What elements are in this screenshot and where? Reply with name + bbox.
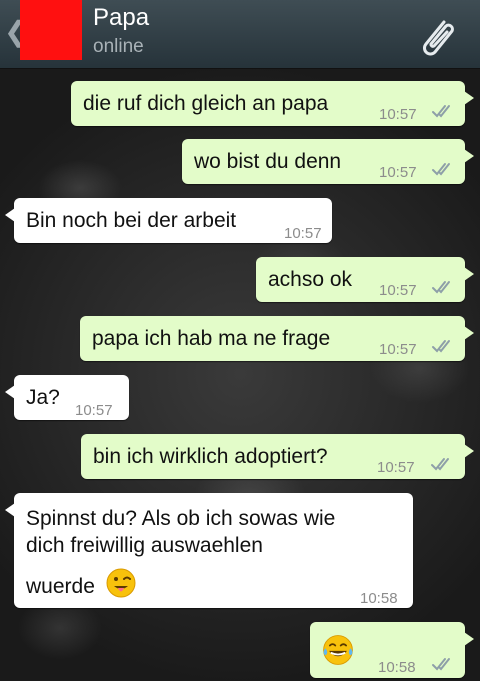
outgoing-message[interactable]: papa ich hab ma ne frage 10:57 [80, 316, 474, 361]
incoming-message[interactable]: Bin noch bei der arbeit 10:57 [5, 198, 332, 243]
outgoing-message[interactable]: wo bist du denn 10:57 [182, 139, 474, 184]
read-ticks-icon [432, 281, 450, 294]
message-time: 10:57 [75, 402, 113, 419]
message-time: 10:57 [379, 341, 417, 358]
read-ticks-icon [432, 105, 450, 118]
message-time: 10:57 [379, 282, 417, 299]
read-ticks-icon [432, 163, 450, 176]
message-line: wuerde [26, 575, 95, 598]
message-time: 10:57 [379, 106, 417, 123]
read-ticks-icon [432, 658, 450, 671]
message-line: Spinnst du? Als ob ich sowas wie [26, 507, 336, 530]
paperclip-icon[interactable] [414, 14, 460, 60]
winking-tongue-emoji-icon [106, 568, 136, 598]
outgoing-message[interactable]: bin ich wirklich adoptiert? 10:57 [81, 434, 474, 479]
message-line: dich freiwillig auswaehlen [26, 534, 263, 557]
message-time: 10:57 [377, 459, 415, 476]
contact-name[interactable]: Papa [93, 4, 149, 32]
outgoing-message[interactable]: 10:58 [310, 622, 474, 678]
outgoing-message[interactable]: achso ok 10:57 [256, 257, 474, 302]
tears-of-joy-emoji-icon [323, 635, 353, 665]
message-time: 10:58 [360, 590, 398, 607]
message-text: die ruf dich gleich an papa [83, 92, 329, 115]
read-ticks-icon [432, 340, 450, 353]
message-text: achso ok [268, 268, 353, 291]
message-text: Bin noch bei der arbeit [26, 209, 237, 232]
read-ticks-icon [431, 458, 449, 471]
outgoing-message[interactable]: die ruf dich gleich an papa 10:57 [71, 81, 474, 126]
avatar[interactable] [20, 0, 82, 60]
message-text: bin ich wirklich adoptiert? [93, 445, 328, 468]
message-text: Ja? [26, 386, 60, 409]
incoming-message[interactable]: Spinnst du? Als ob ich sowas wie dich fr… [5, 493, 413, 608]
chat-header: ❮ Papa online [0, 0, 480, 69]
message-time: 10:58 [378, 659, 416, 676]
message-time: 10:57 [379, 164, 417, 181]
message-text: papa ich hab ma ne frage [92, 327, 331, 350]
message-text: wo bist du denn [194, 150, 342, 173]
incoming-message[interactable]: Ja? 10:57 [5, 375, 129, 420]
message-time: 10:57 [284, 225, 322, 242]
contact-status: online [93, 36, 144, 57]
